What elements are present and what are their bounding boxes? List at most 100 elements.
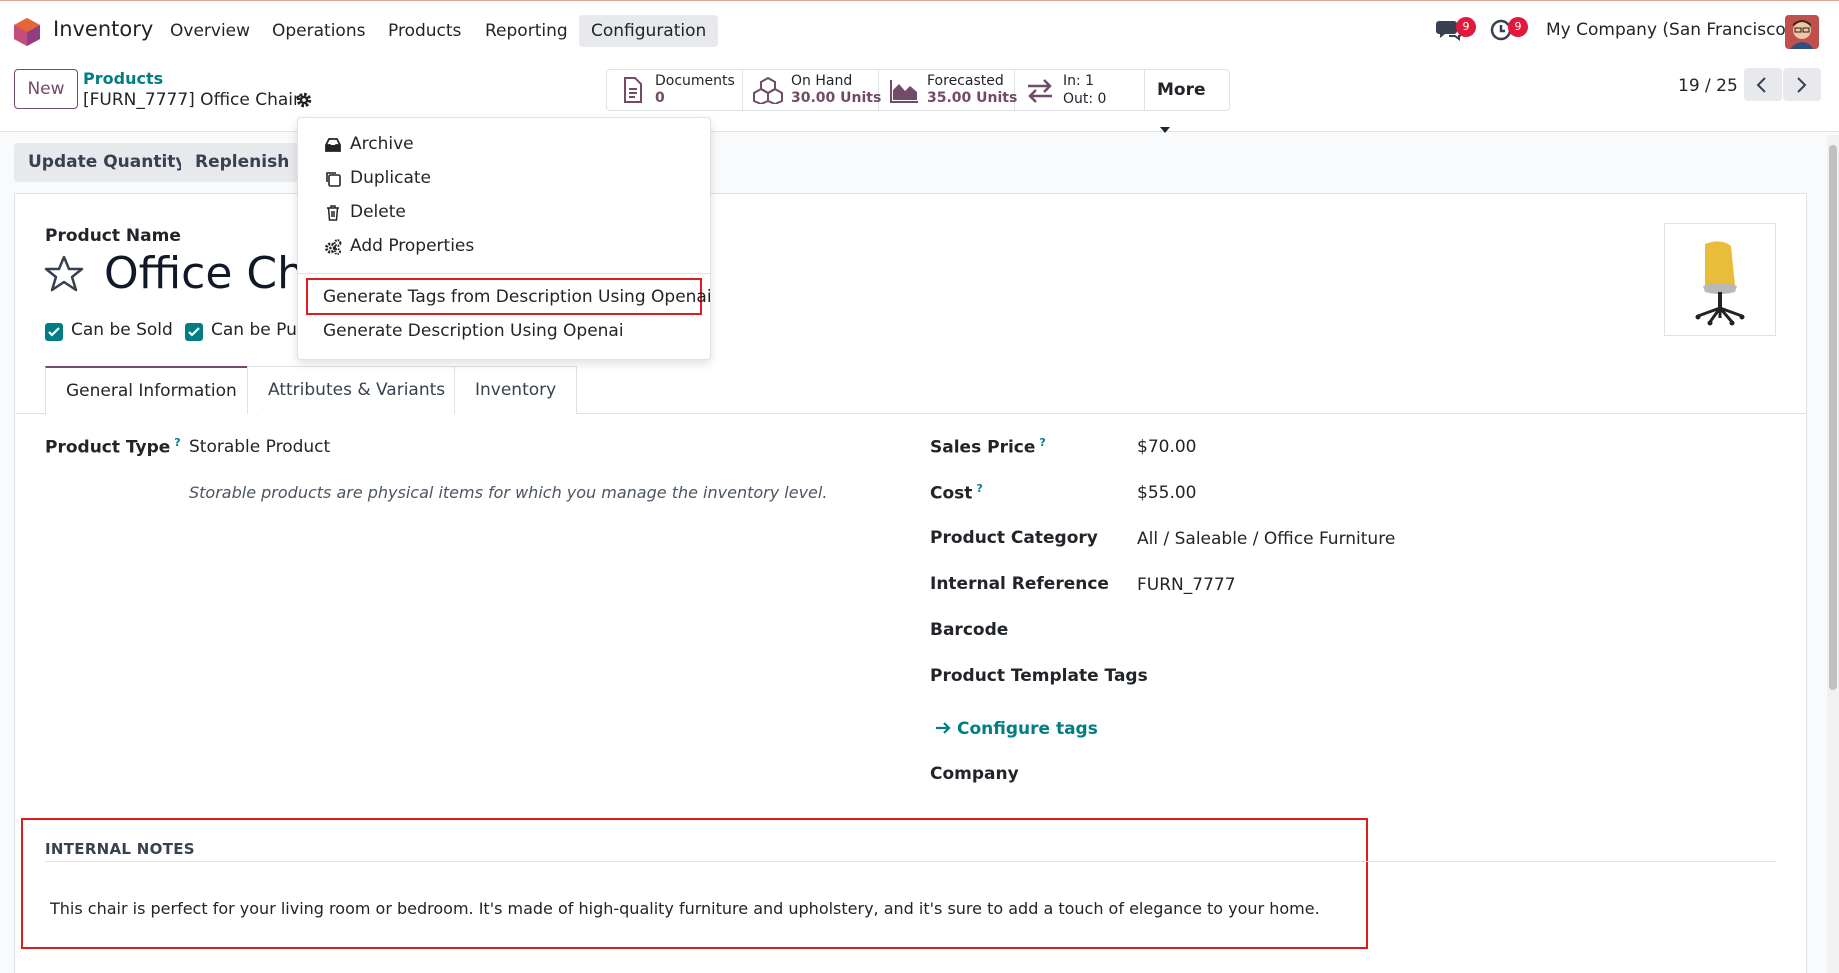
sales-price-label: Sales Price? <box>930 436 1046 458</box>
product-type-help-icon[interactable]: ? <box>174 436 180 449</box>
chevron-right-icon <box>1797 77 1807 93</box>
user-avatar[interactable] <box>1785 15 1819 49</box>
check-icon <box>48 327 60 337</box>
add-properties-menu-item[interactable]: Add Properties <box>298 230 710 263</box>
forecasted-label: Forecasted <box>927 73 1004 89</box>
tab-general-information[interactable]: General Information <box>45 366 258 415</box>
onhand-value: 30.00 Units <box>791 90 882 106</box>
office-chair-image <box>1695 241 1745 326</box>
breadcrumb-products[interactable]: Products <box>83 69 163 88</box>
caret-down-icon <box>1160 127 1170 133</box>
barcode-label: Barcode <box>930 620 1009 640</box>
messages-button[interactable]: 9 <box>1436 17 1476 43</box>
internal-notes-text[interactable]: This chair is perfect for your living ro… <box>50 899 1320 918</box>
form-tabs: General Information Attributes & Variant… <box>14 366 1807 415</box>
in-out-smart-button[interactable]: In: 1 Out: 0 <box>1015 70 1145 110</box>
archive-menu-item[interactable]: Archive <box>298 128 710 161</box>
copy-icon <box>326 172 341 187</box>
gear-actions-dropdown: Archive Duplicate Delete Add Properties … <box>297 117 712 360</box>
barcode-field[interactable] <box>1137 620 1637 644</box>
company-label: Company <box>930 764 1019 784</box>
forecasted-value: 35.00 Units <box>927 90 1018 106</box>
tab-inventory[interactable]: Inventory <box>454 366 578 414</box>
product-type-label-text: Product Type <box>45 437 171 458</box>
company-switcher[interactable]: My Company (San Francisco) <box>1546 20 1792 40</box>
app-name[interactable]: Inventory <box>53 17 153 41</box>
more-smart-button[interactable]: More <box>1145 70 1229 133</box>
cost-help-icon[interactable]: ? <box>976 482 982 495</box>
document-icon <box>624 77 642 103</box>
activities-button[interactable]: 9 <box>1490 17 1528 43</box>
configure-tags-label: Configure tags <box>957 719 1098 739</box>
duplicate-label: Duplicate <box>350 168 431 188</box>
company-field[interactable] <box>1137 764 1637 788</box>
duplicate-menu-item[interactable]: Duplicate <box>298 162 710 195</box>
product-category-field[interactable]: All / Saleable / Office Furniture <box>1137 529 1395 549</box>
previous-record-button[interactable] <box>1744 68 1782 101</box>
area-chart-icon <box>890 80 918 103</box>
new-button[interactable]: New <box>14 69 78 109</box>
sales-price-help-icon[interactable]: ? <box>1039 436 1045 449</box>
control-panel: New Products [FURN_7777] Office Chair Do… <box>0 60 1839 133</box>
cost-field[interactable]: $55.00 <box>1137 483 1196 503</box>
update-quantity-button[interactable]: Update Quantity <box>14 143 201 182</box>
documents-smart-button[interactable]: Documents 0 <box>607 70 743 110</box>
product-template-tags-label: Product Template Tags <box>930 666 1148 686</box>
generate-description-menu-item[interactable]: Generate Description Using Openai <box>298 315 710 348</box>
messages-badge: 9 <box>1456 17 1476 37</box>
replenish-button[interactable]: Replenish <box>181 143 304 182</box>
archive-label: Archive <box>350 134 414 154</box>
in-label: In: 1 <box>1063 73 1095 89</box>
can-be-purchased-checkbox[interactable] <box>185 323 203 341</box>
can-be-sold-checkbox[interactable] <box>45 323 63 341</box>
delete-menu-item[interactable]: Delete <box>298 196 710 229</box>
can-be-sold-label: Can be Sold <box>71 320 173 340</box>
sales-price-field[interactable]: $70.00 <box>1137 437 1196 457</box>
product-name-label: Product Name <box>45 226 181 246</box>
trash-icon <box>327 205 339 221</box>
delete-label: Delete <box>350 202 406 222</box>
internal-reference-field[interactable]: FURN_7777 <box>1137 575 1236 595</box>
configure-tags-link[interactable]: Configure tags <box>935 719 1098 739</box>
tab-attributes-variants[interactable]: Attributes & Variants <box>247 366 467 414</box>
menu-products[interactable]: Products <box>376 15 473 47</box>
menu-reporting[interactable]: Reporting <box>473 15 580 47</box>
cubes-icon <box>753 76 783 104</box>
menu-configuration[interactable]: Configuration <box>579 15 719 47</box>
avatar-image <box>1785 15 1819 49</box>
generate-tags-menu-item[interactable]: Generate Tags from Description Using Ope… <box>298 281 712 314</box>
top-navbar: Inventory Overview Operations Products R… <box>0 0 1839 60</box>
next-record-button[interactable] <box>1783 68 1821 101</box>
pager-value[interactable]: 19 / 25 <box>1678 76 1738 96</box>
documents-value: 0 <box>655 90 665 106</box>
internal-notes-title: INTERNAL NOTES <box>45 840 195 858</box>
internal-notes-divider <box>45 861 1776 862</box>
forecasted-smart-button[interactable]: Forecasted 35.00 Units <box>879 70 1018 110</box>
product-type-label: Product Type? <box>45 436 181 458</box>
out-label: Out: 0 <box>1063 91 1107 107</box>
smart-buttons: Documents 0 On Hand 30.00 Units Forecast… <box>606 69 1230 133</box>
chevron-left-icon <box>1756 77 1766 93</box>
generate-tags-label: Generate Tags from Description Using Ope… <box>323 287 712 307</box>
generate-description-label: Generate Description Using Openai <box>323 321 624 341</box>
inbox-icon <box>325 138 341 152</box>
product-template-tags-field[interactable] <box>1137 666 1637 690</box>
arrow-right-icon <box>936 722 951 734</box>
add-properties-label: Add Properties <box>350 236 475 256</box>
onhand-smart-button[interactable]: On Hand 30.00 Units <box>743 70 882 110</box>
check-icon <box>188 327 200 337</box>
menu-overview[interactable]: Overview <box>158 15 262 47</box>
gear-icon[interactable] <box>295 91 313 109</box>
can-be-purchased-label: Can be Pur <box>211 320 304 340</box>
cost-label: Cost? <box>930 482 983 504</box>
star-icon[interactable] <box>44 254 84 294</box>
menu-operations[interactable]: Operations <box>260 15 377 47</box>
record-title: [FURN_7777] Office Chair <box>83 90 300 110</box>
product-type-field[interactable]: Storable Product <box>189 437 330 457</box>
product-image[interactable] <box>1664 223 1776 336</box>
dropdown-divider <box>298 273 710 274</box>
internal-notes-highlight <box>21 818 1368 949</box>
page-scrollbar[interactable] <box>1827 135 1839 973</box>
scrollbar-thumb[interactable] <box>1829 145 1837 690</box>
inventory-app-icon[interactable] <box>14 18 40 46</box>
